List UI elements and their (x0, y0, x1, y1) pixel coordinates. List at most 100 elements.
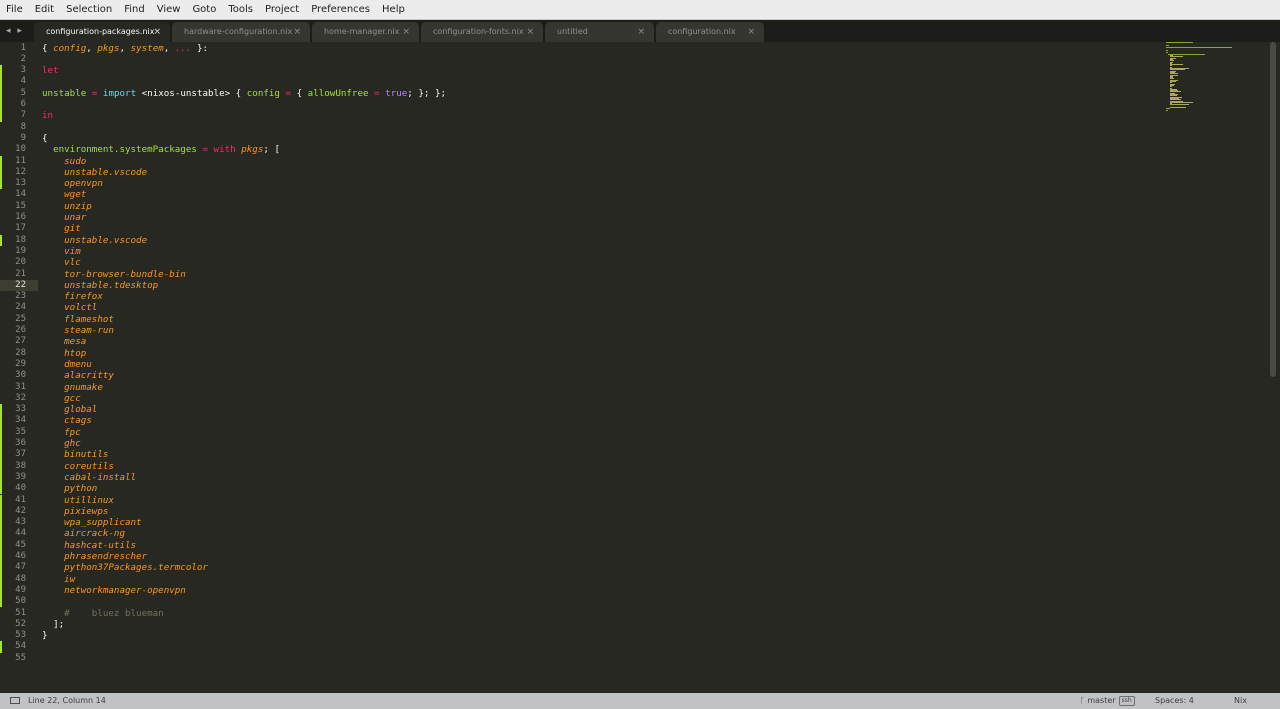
code-line[interactable]: sudo (42, 156, 86, 167)
code-token: steam-run (64, 325, 114, 336)
tab-home-manager-nix[interactable]: home-manager.nix × (312, 22, 419, 42)
code-token: with (213, 144, 236, 156)
close-icon[interactable]: × (637, 22, 645, 42)
code-line[interactable]: firefox (42, 291, 103, 302)
code-line[interactable]: aircrack-ng (42, 528, 125, 539)
code-line[interactable]: mesa (42, 336, 86, 347)
code-line[interactable]: tor-browser-bundle-bin (42, 269, 186, 280)
line-number: 45 (15, 539, 26, 550)
code-line[interactable]: python (42, 483, 97, 494)
tab-configuration-packages-nix[interactable]: configuration-packages.nix × (34, 22, 170, 42)
code-line[interactable]: ctags (42, 415, 92, 426)
code-line[interactable]: git (42, 223, 81, 234)
code-line[interactable]: gcc (42, 393, 81, 404)
code-token: dmenu (64, 358, 92, 370)
code-line[interactable]: in (42, 110, 53, 121)
code-token: ctags (64, 415, 92, 427)
code-line[interactable]: coreutils (42, 461, 114, 472)
code-token: in (42, 110, 54, 122)
code-line[interactable]: # bluez blueman (42, 608, 164, 619)
code-line[interactable]: ghc (42, 438, 81, 449)
code-line[interactable]: let (42, 65, 59, 76)
minimap-line (1167, 53, 1205, 55)
code-line[interactable]: vim (42, 246, 81, 257)
code-line[interactable]: unstable.vscode (42, 235, 147, 246)
code-line[interactable]: unstable.tdesktop (42, 280, 158, 291)
code-line[interactable]: hashcat-utils (42, 540, 136, 551)
menu-file[interactable]: File (0, 0, 29, 20)
syntax-mode[interactable]: Nix (1234, 693, 1247, 709)
close-icon[interactable]: × (153, 22, 161, 42)
code-line[interactable]: volctl (42, 302, 97, 313)
menu-tools[interactable]: Tools (222, 0, 259, 20)
code-line[interactable]: pixiewps (42, 506, 108, 517)
code-line[interactable]: flameshot (42, 314, 114, 325)
code-line[interactable]: steam-run (42, 325, 114, 336)
tab-hardware-configuration-nix[interactable]: hardware-configuration.nix × (172, 22, 310, 42)
tab-configuration-fonts-nix[interactable]: configuration-fonts.nix × (421, 22, 543, 42)
menu-view[interactable]: View (151, 0, 187, 20)
code-line[interactable]: unar (42, 212, 86, 223)
code-line[interactable]: openvpn (42, 178, 103, 189)
code-token: , (163, 42, 175, 54)
close-icon[interactable]: × (747, 22, 755, 42)
line-number: 11 (15, 155, 26, 166)
menu-edit[interactable]: Edit (29, 0, 60, 20)
git-branch[interactable]: ᚴ master ssh (1080, 693, 1135, 709)
vertical-scrollbar[interactable] (1270, 42, 1276, 377)
code-line[interactable]: { config, pkgs, system, ... }: (42, 43, 208, 54)
code-line[interactable]: phrasendrescher (42, 551, 147, 562)
code-line[interactable]: { (42, 133, 48, 144)
code-line[interactable]: unstable = import <nixos-unstable> { con… (42, 88, 446, 99)
code-line[interactable]: dmenu (42, 359, 92, 370)
code-line[interactable]: alacritty (42, 370, 114, 381)
minimap-line (1166, 109, 1168, 111)
code-view[interactable]: { config, pkgs, system, ... }: let unstabl… (42, 42, 1250, 693)
code-line[interactable]: fpc (42, 427, 81, 438)
code-line[interactable]: networkmanager-openvpn (42, 585, 186, 596)
minimap[interactable] (1166, 42, 1246, 122)
code-line[interactable]: environment.systemPackages = with pkgs; … (42, 144, 280, 155)
editor-area[interactable]: 1 2 3 4 5 6 7 8 9 10 11 12 13 14 15 16 17 18 19 20 21 22 23 24 2… (0, 42, 1280, 693)
code-token: { (42, 42, 54, 54)
code-line[interactable]: vlc (42, 257, 81, 268)
code-line[interactable]: python37Packages.termcolor (42, 562, 208, 573)
line-number: 49 (15, 584, 26, 595)
menu-goto[interactable]: Goto (186, 0, 222, 20)
close-icon[interactable]: × (526, 22, 534, 42)
close-icon[interactable]: × (402, 22, 410, 42)
code-line[interactable]: binutils (42, 449, 108, 460)
code-line[interactable]: ]; (42, 619, 64, 630)
code-line[interactable]: } (42, 630, 48, 641)
code-token: environment.systemPackages (53, 144, 197, 156)
menu-preferences[interactable]: Preferences (305, 0, 376, 20)
menu-selection[interactable]: Selection (60, 0, 118, 20)
line-number: 21 (15, 268, 26, 279)
menu-help[interactable]: Help (376, 0, 411, 20)
code-line[interactable]: gnumake (42, 382, 103, 393)
code-line[interactable]: iw (42, 574, 75, 585)
code-line[interactable]: cabal-install (42, 472, 136, 483)
code-line[interactable]: htop (42, 348, 86, 359)
code-line[interactable]: unzip (42, 201, 92, 212)
indentation-setting[interactable]: Spaces: 4 (1155, 693, 1194, 709)
code-line[interactable]: unstable.vscode (42, 167, 147, 178)
panel-toggle-icon[interactable] (10, 697, 20, 704)
menu-find[interactable]: Find (118, 0, 151, 20)
close-icon[interactable]: × (293, 22, 301, 42)
code-line[interactable]: global (42, 404, 97, 415)
code-line[interactable]: wget (42, 189, 86, 200)
line-number: 31 (15, 381, 26, 392)
line-number: 42 (15, 505, 26, 516)
code-token: system (130, 42, 164, 54)
tab-nav-arrows-icon[interactable]: ◂ ▸ (6, 20, 24, 42)
tab-untitled[interactable]: untitled × (545, 22, 654, 42)
menu-project[interactable]: Project (259, 0, 305, 20)
code-line[interactable]: wpa_supplicant (42, 517, 141, 528)
code-line[interactable]: utillinux (42, 495, 114, 506)
tab-configuration-nix[interactable]: configuration.nix × (656, 22, 764, 42)
line-number: 7 (20, 110, 26, 121)
